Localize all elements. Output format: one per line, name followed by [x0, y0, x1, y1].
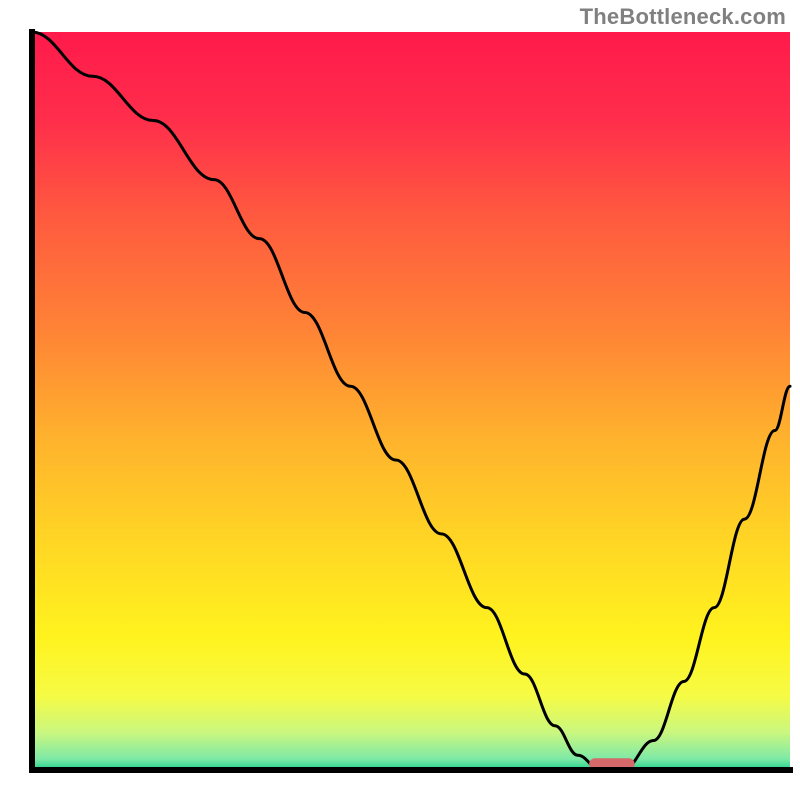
watermark-label: TheBottleneck.com: [580, 4, 786, 30]
plot-background: [32, 32, 790, 770]
bottleneck-chart: TheBottleneck.com: [0, 0, 800, 800]
chart-svg: [0, 0, 800, 800]
